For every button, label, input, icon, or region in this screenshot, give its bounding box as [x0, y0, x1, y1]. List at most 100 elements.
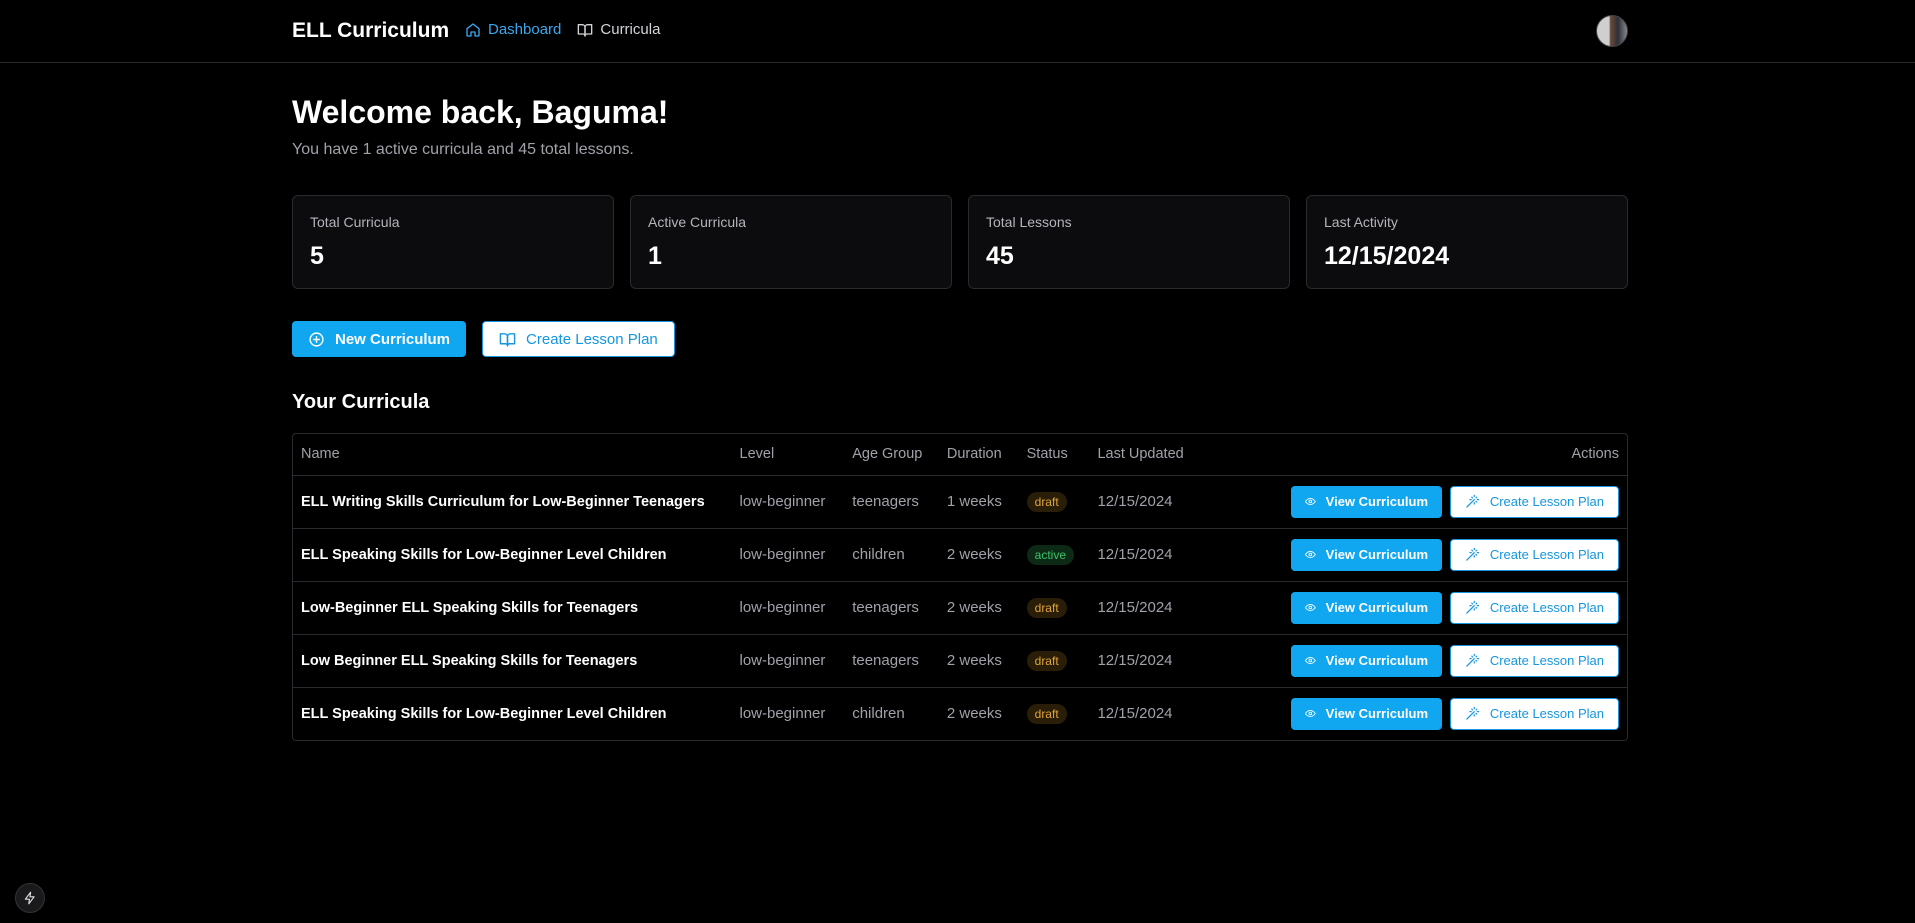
user-avatar[interactable]: [1596, 15, 1628, 47]
curriculum-level: low-beginner: [731, 474, 845, 528]
eye-icon: [1305, 550, 1316, 559]
curriculum-updated: 12/15/2024: [1089, 474, 1236, 528]
stat-card-active-curricula: Active Curricula 1: [630, 195, 952, 289]
eye-icon: [1305, 603, 1316, 612]
row-create-lesson-plan-button[interactable]: Create Lesson Plan: [1450, 591, 1619, 624]
nav-dashboard[interactable]: Dashboard: [465, 21, 561, 38]
row-create-lesson-plan-button[interactable]: Create Lesson Plan: [1450, 644, 1619, 677]
col-status: Status: [1026, 446, 1068, 463]
eye-icon: [1305, 497, 1316, 506]
plus-circle-icon: [309, 331, 324, 347]
curriculum-name: Low Beginner ELL Speaking Skills for Tee…: [293, 633, 732, 687]
col-name: Name: [301, 446, 340, 463]
magic-wand-icon: [1466, 600, 1480, 614]
curriculum-level: low-beginner: [731, 686, 845, 740]
bolt-icon: [24, 891, 35, 905]
stat-label: Active Curricula: [648, 214, 747, 230]
view-curriculum-button[interactable]: View Curriculum: [1291, 697, 1442, 730]
row-actions-cell: View Curriculum Create Lesson Plan: [1236, 633, 1627, 687]
status-badge: draft: [1026, 491, 1067, 512]
welcome-heading: Welcome back, Baguma!: [292, 94, 669, 130]
curriculum-updated: 12/15/2024: [1089, 580, 1236, 634]
curriculum-status-cell: active: [1018, 527, 1090, 581]
curriculum-duration: 1 weeks: [938, 474, 1019, 528]
top-nav-bar: ELL Curriculum Dashboard Curricula: [0, 0, 1915, 63]
home-icon: [466, 22, 480, 37]
curriculum-age-group: teenagers: [844, 474, 939, 528]
curriculum-age-group: teenagers: [844, 633, 939, 687]
curriculum-duration: 2 weeks: [938, 527, 1019, 581]
stats-row: Total Curricula 5 Active Curricula 1 Tot…: [292, 195, 1628, 289]
curriculum-duration: 2 weeks: [938, 686, 1019, 740]
brand-title[interactable]: ELL Curriculum: [292, 19, 449, 43]
welcome-subtitle: You have 1 active curricula and 45 total…: [292, 141, 634, 158]
curriculum-age-group: children: [844, 686, 939, 740]
curriculum-age-group: children: [844, 527, 939, 581]
col-last-updated: Last Updated: [1097, 446, 1184, 463]
stat-card-total-curricula: Total Curricula 5: [292, 195, 614, 289]
curricula-table: Name Level Age Group Duration Status Las…: [292, 433, 1628, 741]
stat-card-total-lessons: Total Lessons 45: [968, 195, 1290, 289]
magic-wand-icon: [1466, 494, 1480, 508]
view-curriculum-button[interactable]: View Curriculum: [1291, 538, 1442, 571]
nav-dashboard-label: Dashboard: [488, 21, 562, 38]
curriculum-level: low-beginner: [731, 527, 845, 581]
new-curriculum-button[interactable]: New Curriculum: [292, 321, 467, 357]
nav-curricula[interactable]: Curricula: [577, 21, 660, 38]
view-curriculum-button[interactable]: View Curriculum: [1291, 644, 1442, 677]
row-create-lesson-plan-button[interactable]: Create Lesson Plan: [1450, 538, 1619, 571]
curriculum-updated: 12/15/2024: [1089, 686, 1236, 740]
view-curriculum-label: View Curriculum: [1325, 653, 1428, 668]
curriculum-updated: 12/15/2024: [1089, 527, 1236, 581]
status-badge: draft: [1026, 703, 1067, 724]
stat-value: 12/15/2024: [1324, 242, 1450, 270]
curriculum-duration: 2 weeks: [938, 580, 1019, 634]
view-curriculum-button[interactable]: View Curriculum: [1291, 591, 1442, 624]
stat-label: Total Curricula: [310, 214, 400, 230]
table-row: ELL Speaking Skills for Low-Beginner Lev…: [293, 527, 1627, 581]
col-level: Level: [739, 446, 775, 463]
stat-label: Total Lessons: [986, 214, 1072, 230]
book-icon: [499, 332, 516, 347]
magic-wand-icon: [1466, 547, 1480, 561]
magic-wand-icon: [1466, 706, 1480, 720]
primary-actions: New Curriculum Create Lesson Plan: [292, 321, 1628, 357]
view-curriculum-label: View Curriculum: [1325, 600, 1428, 615]
status-badge: draft: [1026, 597, 1067, 618]
view-curriculum-label: View Curriculum: [1325, 547, 1428, 562]
new-curriculum-label: New Curriculum: [335, 330, 451, 348]
view-curriculum-label: View Curriculum: [1325, 494, 1428, 509]
row-create-lesson-plan-label: Create Lesson Plan: [1489, 600, 1604, 615]
book-icon: [578, 23, 593, 37]
curriculum-status-cell: draft: [1018, 633, 1090, 687]
curricula-section-title: Your Curricula: [292, 391, 430, 413]
create-lesson-plan-button[interactable]: Create Lesson Plan: [482, 321, 675, 357]
row-actions-cell: View Curriculum Create Lesson Plan: [1236, 474, 1627, 528]
status-badge: active: [1026, 544, 1074, 565]
create-lesson-plan-label: Create Lesson Plan: [526, 330, 658, 348]
curriculum-name: ELL Speaking Skills for Low-Beginner Lev…: [293, 527, 732, 581]
stat-value: 5: [310, 242, 324, 270]
table-row: ELL Speaking Skills for Low-Beginner Lev…: [293, 686, 1627, 740]
row-actions-cell: View Curriculum Create Lesson Plan: [1236, 580, 1627, 634]
row-create-lesson-plan-button[interactable]: Create Lesson Plan: [1450, 485, 1619, 518]
curriculum-name: ELL Writing Skills Curriculum for Low-Be…: [293, 474, 732, 528]
col-age-group: Age Group: [852, 446, 923, 463]
curriculum-status-cell: draft: [1018, 474, 1090, 528]
curriculum-name: ELL Speaking Skills for Low-Beginner Lev…: [293, 686, 732, 740]
row-create-lesson-plan-label: Create Lesson Plan: [1489, 706, 1604, 722]
status-badge: draft: [1026, 650, 1067, 671]
view-curriculum-label: View Curriculum: [1325, 706, 1428, 722]
col-actions: Actions: [1571, 446, 1619, 463]
row-actions-cell: View Curriculum Create Lesson Plan: [1236, 527, 1627, 581]
stat-card-last-activity: Last Activity 12/15/2024: [1306, 195, 1628, 289]
bolt-button[interactable]: [15, 883, 45, 913]
stat-label: Last Activity: [1324, 214, 1398, 230]
view-curriculum-button[interactable]: View Curriculum: [1291, 485, 1442, 518]
row-create-lesson-plan-button[interactable]: Create Lesson Plan: [1450, 697, 1619, 730]
curriculum-duration: 2 weeks: [938, 633, 1019, 687]
curriculum-level: low-beginner: [731, 633, 845, 687]
curriculum-name: Low-Beginner ELL Speaking Skills for Tee…: [293, 580, 732, 634]
col-duration: Duration: [946, 446, 1002, 463]
row-create-lesson-plan-label: Create Lesson Plan: [1489, 653, 1604, 668]
